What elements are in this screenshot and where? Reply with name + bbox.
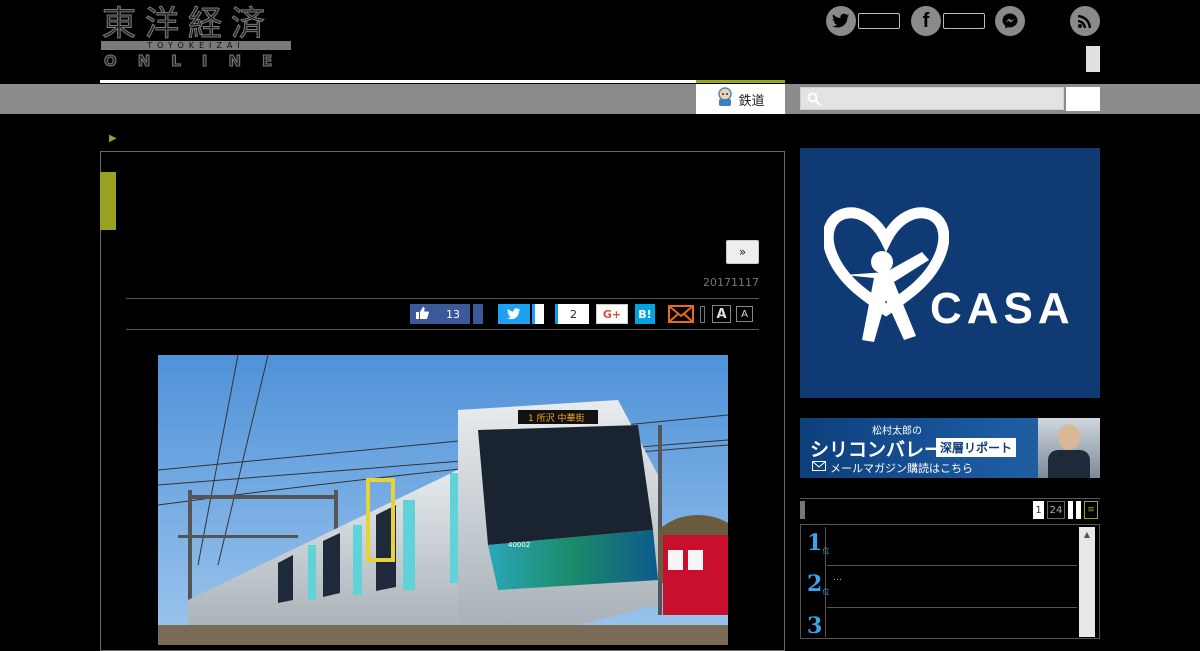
tweet-count [532, 304, 544, 324]
font-small-button[interactable]: A [736, 306, 753, 322]
nav-accent-line [696, 80, 785, 83]
search-input[interactable] [800, 87, 1064, 110]
ranking-divider-2 [827, 607, 1077, 608]
share-divider-bottom [126, 329, 759, 330]
facebook-like-button[interactable]: 13 [410, 304, 470, 324]
train-car-number: 40002 [508, 541, 530, 549]
ad-title: シリコンバレー [810, 439, 944, 461]
article-date: 20171117 [703, 276, 759, 289]
logo-online[interactable]: ONLINE [104, 52, 294, 71]
ranking-tab-24[interactable]: 24 [1047, 501, 1065, 519]
like-count: 13 [446, 307, 460, 321]
hatena-bookmark-button[interactable]: B! [635, 304, 655, 324]
google-plus-button[interactable]: G+ [596, 304, 628, 324]
share-separator [700, 306, 705, 323]
ranking-column-line [825, 527, 826, 637]
facebook-icon[interactable]: f [911, 6, 941, 36]
ranking-list: 1 位 2 位 … 3 ▲ [800, 524, 1100, 639]
search-button[interactable] [1066, 87, 1100, 111]
ranking-tab-more[interactable]: ≡ [1084, 501, 1098, 519]
like-count-tail [473, 304, 483, 324]
ranking-header-accent [800, 501, 805, 519]
ranking-item-2-text: … [833, 573, 842, 583]
share-divider-top [126, 298, 759, 299]
tab-railway[interactable]: 鉄道 [696, 84, 785, 114]
breadcrumb-marker: ▶ [109, 133, 117, 144]
twitter-icon[interactable] [826, 6, 856, 36]
casa-brand: CASA [930, 284, 1075, 333]
author-photo [1038, 418, 1100, 478]
twitter-count-box [858, 13, 900, 29]
font-large-button[interactable]: A [712, 305, 731, 323]
mail-icon[interactable] [668, 304, 694, 328]
rank-number-3: 3 [807, 613, 823, 639]
ranking-tab-4[interactable] [1076, 501, 1081, 519]
scroll-up-arrow-icon[interactable]: ▲ [1079, 527, 1095, 541]
rank-number-1: 1 [807, 530, 823, 556]
train-destination-display: 1 所沢 中華街 [528, 412, 584, 424]
logo-romaji: TOYOKEIZAI [101, 41, 291, 50]
tweet-button[interactable] [498, 304, 530, 324]
casa-ad-banner[interactable]: ® CASA [800, 148, 1100, 398]
next-page-button[interactable]: » [726, 240, 759, 264]
casa-registered-mark: ® [908, 289, 917, 299]
ad-tag: 深層リポート [936, 438, 1017, 457]
nav-top-line [100, 80, 696, 83]
ranking-divider-1 [827, 565, 1077, 566]
logo-kanji[interactable]: 東洋経済 [102, 4, 274, 45]
ranking-widget: 1 24 ≡ 1 位 2 位 … 3 ▲ [800, 498, 1100, 639]
header-side-button[interactable] [1086, 46, 1100, 72]
search-icon [807, 92, 821, 106]
envelope-icon [812, 461, 826, 471]
ad-subscribe: メールマガジン購読はこちら [830, 462, 973, 475]
ranking-tab-3[interactable] [1068, 501, 1073, 519]
ranking-tab-1[interactable]: 1 [1033, 501, 1044, 519]
rss-icon[interactable] [1070, 6, 1100, 36]
twitter-bird-icon [507, 308, 521, 320]
ranking-item-3[interactable]: 3 [807, 613, 822, 639]
hatena-count: 2 [555, 304, 589, 324]
railway-mascot-icon [716, 87, 734, 111]
thumbs-up-icon [416, 306, 429, 322]
article-photo: 1 所沢 中華街 40002 [158, 355, 728, 645]
tab-railway-label: 鉄道 [738, 93, 765, 109]
article-title-accent [100, 172, 116, 230]
newsletter-ad-banner[interactable]: 松村太郎の シリコンバレー 深層リポート メールマガジン購読はこちら [800, 418, 1100, 478]
facebook-count-box [943, 13, 985, 29]
rank-number-2: 2 [807, 571, 823, 597]
messenger-icon[interactable] [995, 6, 1025, 36]
ranking-scrollbar[interactable]: ▲ [1079, 527, 1095, 637]
